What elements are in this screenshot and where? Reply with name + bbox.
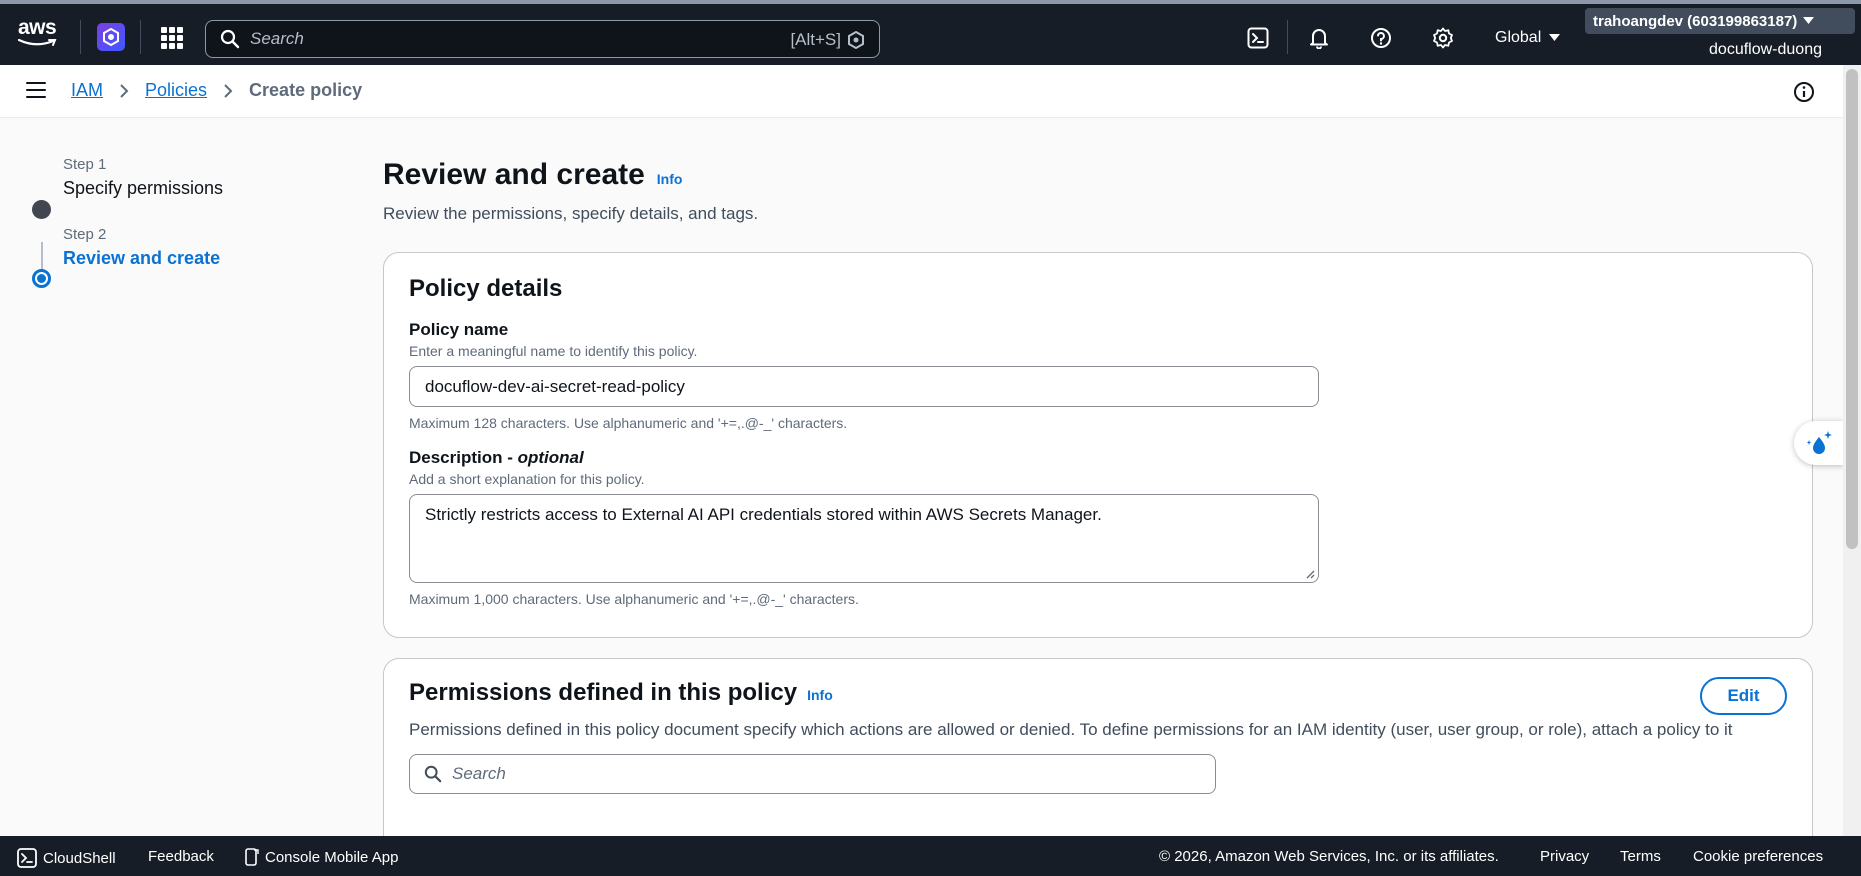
policy-details-card: Policy details Policy name Enter a meani… xyxy=(383,252,1813,638)
info-panel-icon[interactable] xyxy=(1793,81,1815,103)
permissions-search-placeholder: Search xyxy=(452,764,506,783)
policy-name-input[interactable]: docuflow-dev-ai-secret-read-policy xyxy=(409,366,1319,407)
permissions-description: Permissions defined in this policy docum… xyxy=(409,720,1733,739)
sparkle-drop-icon xyxy=(1806,431,1832,454)
console-mobile-app-link[interactable]: Console Mobile App xyxy=(245,848,398,866)
nav-divider xyxy=(1287,20,1288,54)
bell-icon[interactable] xyxy=(1307,26,1331,50)
cloudshell-icon xyxy=(17,848,37,868)
permissions-card: Permissions defined in this policy Info … xyxy=(383,658,1813,836)
optional-tag: optional xyxy=(517,448,584,467)
search-icon xyxy=(220,29,240,49)
page-scrollbar[interactable] xyxy=(1843,65,1861,836)
feedback-label: Feedback xyxy=(148,848,214,865)
description-value: Strictly restricts access to External AI… xyxy=(425,505,1102,524)
step-1-label: Step 1 xyxy=(63,156,107,173)
terms-link[interactable]: Terms xyxy=(1620,848,1661,865)
description-label: Description - optional xyxy=(409,448,1787,468)
step-1-title: Specify permissions xyxy=(63,178,224,198)
service-favorite-icon[interactable] xyxy=(97,23,125,51)
permissions-header: Permissions defined in this policy Info xyxy=(409,679,1787,707)
step-2-current-icon xyxy=(32,269,51,288)
top-navigation: aws [Alt+S] Global trahoangdev (60319986… xyxy=(0,0,1861,65)
settings-icon[interactable] xyxy=(1431,26,1455,50)
step-1-completed-icon xyxy=(32,200,51,219)
chevron-right-icon xyxy=(120,83,129,98)
privacy-link[interactable]: Privacy xyxy=(1540,848,1589,865)
breadcrumb-bar: IAM Policies Create policy xyxy=(0,65,1843,118)
breadcrumb-current: Create policy xyxy=(249,80,363,100)
aws-logo[interactable]: aws xyxy=(18,16,60,48)
description-label-text: Description - xyxy=(409,448,518,467)
nav-divider xyxy=(140,20,141,54)
ai-assistant-button[interactable] xyxy=(1794,421,1844,465)
cloudshell-icon[interactable] xyxy=(1246,26,1270,50)
caret-down-icon xyxy=(1549,34,1561,41)
page-content: Review and create Info Review the permis… xyxy=(383,158,1813,836)
chevron-right-icon xyxy=(224,83,233,98)
main-content: Step 1 Specify permissions Step 2 Review… xyxy=(0,118,1843,836)
region-label: Global xyxy=(1495,29,1542,46)
page-header: Review and create Info xyxy=(383,158,1813,192)
info-link[interactable]: Info xyxy=(657,171,683,187)
cloudshell-label: CloudShell xyxy=(43,849,116,867)
mobile-phone-icon xyxy=(245,848,259,866)
role-name: docuflow-duong xyxy=(1709,41,1822,58)
scrollbar-thumb[interactable] xyxy=(1846,69,1858,549)
help-icon[interactable] xyxy=(1369,26,1393,50)
breadcrumb: IAM Policies Create policy xyxy=(71,80,362,101)
breadcrumb-policies[interactable]: Policies xyxy=(145,80,207,101)
search-shortcut: [Alt+S] xyxy=(790,30,841,49)
description-textarea[interactable]: Strictly restricts access to External AI… xyxy=(409,494,1319,583)
page-title: Review and create xyxy=(383,158,645,191)
menu-icon[interactable] xyxy=(26,82,46,98)
global-search-input[interactable] xyxy=(250,29,770,49)
services-menu-icon[interactable] xyxy=(161,27,183,49)
step-2-title[interactable]: Review and create xyxy=(63,248,220,269)
policy-name-description: Enter a meaningful name to identify this… xyxy=(409,343,698,359)
resize-handle-icon[interactable] xyxy=(1306,570,1315,579)
global-search[interactable]: [Alt+S] xyxy=(205,20,880,58)
description-help: Add a short explanation for this policy. xyxy=(409,471,645,487)
console-mobile-app-label: Console Mobile App xyxy=(265,848,399,866)
footer: CloudShell Feedback Console Mobile App ©… xyxy=(0,836,1861,876)
permissions-search[interactable]: Search xyxy=(409,754,1216,794)
permissions-info-link[interactable]: Info xyxy=(807,687,833,703)
account-label: trahoangdev (603199863187) xyxy=(1593,12,1798,30)
feedback-link[interactable]: Feedback xyxy=(148,848,214,865)
page-description: Review the permissions, specify details,… xyxy=(383,204,759,223)
nav-divider xyxy=(80,20,81,54)
permissions-heading: Permissions defined in this policy xyxy=(409,679,798,706)
smile-arrow-icon xyxy=(18,39,57,46)
edit-button[interactable]: Edit xyxy=(1700,677,1787,715)
region-selector[interactable]: Global xyxy=(1495,29,1561,47)
policy-name-constraint: Maximum 128 characters. Use alphanumeric… xyxy=(409,415,848,431)
breadcrumb-iam[interactable]: IAM xyxy=(71,80,103,101)
amazon-q-icon[interactable] xyxy=(847,31,865,49)
cloudshell-link[interactable]: CloudShell xyxy=(17,848,116,868)
step-2-label: Step 2 xyxy=(63,226,107,243)
policy-name-value: docuflow-dev-ai-secret-read-policy xyxy=(425,376,685,396)
aws-logo-text: aws xyxy=(18,16,57,39)
caret-down-icon xyxy=(1803,17,1815,24)
copyright: © 2026, Amazon Web Services, Inc. or its… xyxy=(1159,848,1499,865)
policy-details-heading: Policy details xyxy=(409,275,563,302)
account-menu[interactable]: trahoangdev (603199863187) xyxy=(1585,8,1855,34)
cookie-preferences-link[interactable]: Cookie preferences xyxy=(1693,848,1823,865)
policy-name-label: Policy name xyxy=(409,320,509,339)
search-icon xyxy=(424,765,442,783)
description-constraint: Maximum 1,000 characters. Use alphanumer… xyxy=(409,591,859,607)
